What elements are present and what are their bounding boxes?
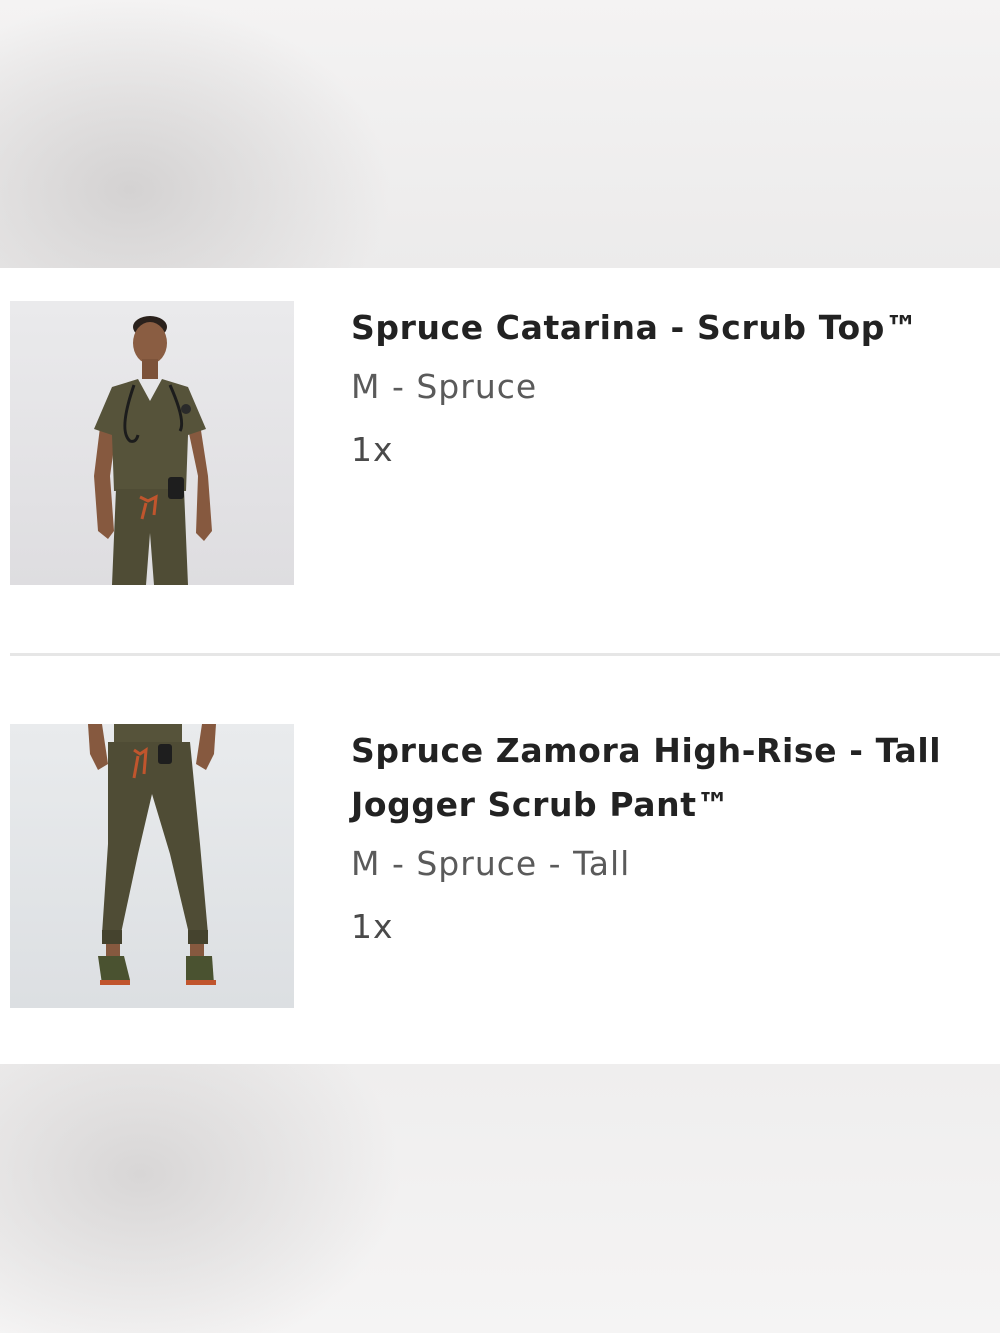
product-photo-jogger-pant-icon <box>10 724 294 1008</box>
product-title[interactable]: Spruce Catarina - Scrub Top™ <box>351 301 981 355</box>
product-variant: M - Spruce <box>351 367 538 406</box>
list-item[interactable]: Spruce Zamora High-Rise - Tall Jogger Sc… <box>0 724 1000 1014</box>
product-details: Spruce Catarina - Scrub Top™ M - Spruce … <box>351 301 981 480</box>
order-items-card: Spruce Catarina - Scrub Top™ M - Spruce … <box>0 268 1000 1064</box>
product-quantity: 1x <box>351 907 394 946</box>
blurred-top-background <box>0 0 1000 268</box>
product-photo-scrub-top-icon <box>10 301 294 585</box>
blurred-bottom-background <box>0 1064 1000 1333</box>
list-item[interactable]: Spruce Catarina - Scrub Top™ M - Spruce … <box>0 301 1000 591</box>
product-image[interactable] <box>10 724 294 1008</box>
product-image[interactable] <box>10 301 294 585</box>
item-divider <box>10 653 1000 656</box>
product-details: Spruce Zamora High-Rise - Tall Jogger Sc… <box>351 724 981 957</box>
product-title[interactable]: Spruce Zamora High-Rise - Tall Jogger Sc… <box>351 724 981 832</box>
product-variant: M - Spruce - Tall <box>351 844 631 883</box>
product-quantity: 1x <box>351 430 394 469</box>
